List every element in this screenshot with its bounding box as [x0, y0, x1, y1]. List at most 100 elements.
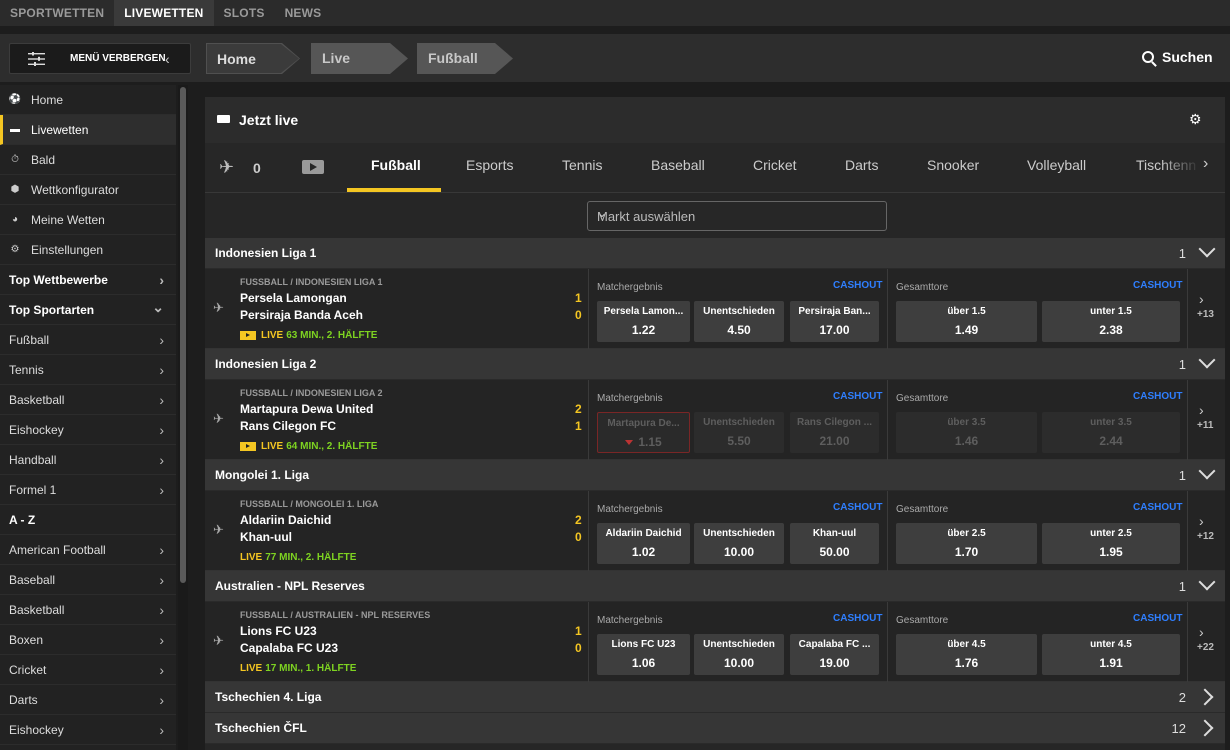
nav-sportwetten[interactable]: SPORTWETTEN	[0, 0, 114, 26]
chevron-down-icon[interactable]	[1198, 242, 1215, 259]
breadcrumb-home[interactable]: Home	[206, 43, 300, 74]
pin-icon[interactable]: ✈	[213, 633, 224, 649]
sidebar-item[interactable]: Eishockey ›	[0, 715, 176, 745]
more-markets-count[interactable]: +11	[1197, 420, 1213, 431]
tab-snooker[interactable]: Snooker	[927, 157, 979, 173]
tab-esports[interactable]: Esports	[466, 157, 513, 173]
odds-button[interactable]: über 3.5 1.46	[896, 412, 1037, 453]
sidebar-item[interactable]: Top Wettbewerbe ›	[0, 265, 176, 295]
league-count: 1	[1178, 468, 1186, 483]
odds-button[interactable]: Martapura De... 1.15	[597, 412, 690, 453]
tab-cricket[interactable]: Cricket	[753, 157, 797, 173]
sidebar-item[interactable]: Cricket ›	[0, 655, 176, 685]
odds-value: 10.00	[694, 545, 784, 559]
breadcrumb-fussball[interactable]: Fußball	[417, 43, 513, 74]
chevron-right-icon[interactable]	[1199, 688, 1213, 706]
odds-button[interactable]: Rans Cilegon ... 21.00	[790, 412, 879, 453]
odds-button[interactable]: Persela Lamon... 1.22	[597, 301, 690, 342]
sidebar-item[interactable]: Eishockey ›	[0, 415, 176, 445]
tab-volleyball[interactable]: Volleyball	[1027, 157, 1086, 173]
odds-button[interactable]: Khan-uul 50.00	[790, 523, 879, 564]
sidebar-item[interactable]: ⏱ Bald	[0, 145, 176, 175]
odds-button[interactable]: über 2.5 1.70	[896, 523, 1037, 564]
more-markets-count[interactable]: +13	[1197, 309, 1214, 320]
odds-button[interactable]: über 1.5 1.49	[896, 301, 1037, 342]
pin-icon[interactable]: ✈	[219, 157, 234, 178]
tab-fussball[interactable]: Fußball	[371, 157, 421, 173]
sidebar-item[interactable]: ⚙ Einstellungen	[0, 235, 176, 265]
league-header[interactable]: Tschechien ČFL 12	[205, 713, 1225, 744]
event-row[interactable]: ✈ FUSSBALL / MONGOLEI 1. LIGA Aldariin Dai…	[205, 491, 1225, 571]
pin-icon[interactable]: ✈	[213, 411, 224, 427]
league-header[interactable]: Mongolei 1. Liga 1	[205, 460, 1225, 491]
sidebar-item[interactable]: Baseball ›	[0, 565, 176, 595]
odds-button[interactable]: unter 3.5 2.44	[1042, 412, 1180, 453]
sidebar-item[interactable]: ▬ Livewetten	[0, 115, 176, 145]
market-select[interactable]: Markt auswählen ⌄	[587, 201, 887, 231]
sidebar-item[interactable]: Top Sportarten ⌄	[0, 295, 176, 325]
sidebar-item[interactable]: Darts ›	[0, 685, 176, 715]
video-icon[interactable]	[302, 160, 324, 174]
sidebar-item[interactable]: ⬢ Wettkonfigurator	[0, 175, 176, 205]
search-button[interactable]: Suchen	[1142, 49, 1213, 65]
odds-button[interactable]: Lions FC U23 1.06	[597, 634, 690, 675]
chevron-down-icon[interactable]	[1198, 353, 1215, 370]
odds-name: Unentschieden	[703, 639, 775, 650]
sidebar-scrollbar[interactable]	[180, 87, 186, 583]
sidebar-item[interactable]: Handball ›	[0, 445, 176, 475]
odds-button[interactable]: Capalaba FC ... 19.00	[790, 634, 879, 675]
sidebar-item[interactable]: Tennis ›	[0, 355, 176, 385]
competition-label: FUSSBALL / MONGOLEI 1. LIGA	[240, 499, 379, 509]
pin-icon[interactable]: ✈	[213, 300, 224, 316]
odds-button[interactable]: unter 4.5 1.91	[1042, 634, 1180, 675]
league-header[interactable]: Indonesien Liga 1 1	[205, 238, 1225, 269]
chevron-right-icon[interactable]: ›	[1203, 155, 1208, 173]
sidebar-item[interactable]: American Football ›	[0, 535, 176, 565]
tab-darts[interactable]: Darts	[845, 157, 878, 173]
chevron-right-icon[interactable]: ›	[1199, 291, 1204, 307]
hide-menu-button[interactable]: MENÜ VERBERGEN ‹	[9, 43, 191, 74]
odds-button[interactable]: Unentschieden 5.50	[694, 412, 784, 453]
odds-button[interactable]: über 4.5 1.76	[896, 634, 1037, 675]
pin-icon[interactable]: ✈	[213, 522, 224, 538]
odds-button[interactable]: Aldariin Daichid 1.02	[597, 523, 690, 564]
chevron-down-icon[interactable]	[1198, 575, 1215, 592]
sidebar-item[interactable]: A - Z	[0, 505, 176, 535]
league-header[interactable]: Indonesien Liga 2 1	[205, 349, 1225, 380]
more-markets-count[interactable]: +12	[1197, 531, 1214, 542]
chevron-down-icon: ⌄	[597, 206, 608, 220]
video-icon[interactable]	[240, 442, 256, 451]
chevron-down-icon[interactable]	[1198, 464, 1215, 481]
chevron-right-icon[interactable]: ›	[1199, 624, 1204, 640]
event-row[interactable]: ✈ FUSSBALL / INDONESIEN LIGA 1 Persela Lam…	[205, 269, 1225, 349]
sidebar-item[interactable]: Fußball ›	[0, 325, 176, 355]
tab-tennis[interactable]: Tennis	[562, 157, 602, 173]
nav-slots[interactable]: SLOTS	[214, 0, 275, 26]
sidebar-item[interactable]: Formel 1 ›	[0, 475, 176, 505]
sidebar-item[interactable]: Basketball ›	[0, 595, 176, 625]
tab-baseball[interactable]: Baseball	[651, 157, 705, 173]
odds-button[interactable]: Unentschieden 10.00	[694, 523, 784, 564]
event-row[interactable]: ✈ FUSSBALL / INDONESIEN LIGA 2 Martapura D…	[205, 380, 1225, 460]
league-header[interactable]: Australien - NPL Reserves 1	[205, 571, 1225, 602]
league-header[interactable]: Tschechien 4. Liga 2	[205, 682, 1225, 713]
odds-button[interactable]: Persiraja Ban... 17.00	[790, 301, 879, 342]
breadcrumb-live[interactable]: Live	[311, 43, 408, 74]
odds-button[interactable]: unter 2.5 1.95	[1042, 523, 1180, 564]
nav-news[interactable]: NEWS	[275, 0, 332, 26]
video-icon[interactable]	[240, 331, 256, 340]
odds-button[interactable]: unter 1.5 2.38	[1042, 301, 1180, 342]
event-row[interactable]: ✈ FUSSBALL / AUSTRALIEN - NPL RESERVES Lio…	[205, 602, 1225, 682]
sidebar-item[interactable]: ◕ Meine Wetten	[0, 205, 176, 235]
sidebar-item[interactable]: Basketball ›	[0, 385, 176, 415]
sidebar-item[interactable]: Boxen ›	[0, 625, 176, 655]
sidebar-item[interactable]: ⚽ Home	[0, 85, 176, 115]
chevron-right-icon[interactable]: ›	[1199, 513, 1204, 529]
odds-button[interactable]: Unentschieden 4.50	[694, 301, 784, 342]
more-markets-count[interactable]: +22	[1197, 642, 1214, 653]
chevron-right-icon[interactable]: ›	[1199, 402, 1204, 418]
chevron-right-icon[interactable]	[1199, 719, 1213, 737]
nav-livewetten[interactable]: LIVEWETTEN	[114, 0, 214, 26]
odds-button[interactable]: Unentschieden 10.00	[694, 634, 784, 675]
gear-icon[interactable]: ⚙	[1189, 111, 1202, 128]
